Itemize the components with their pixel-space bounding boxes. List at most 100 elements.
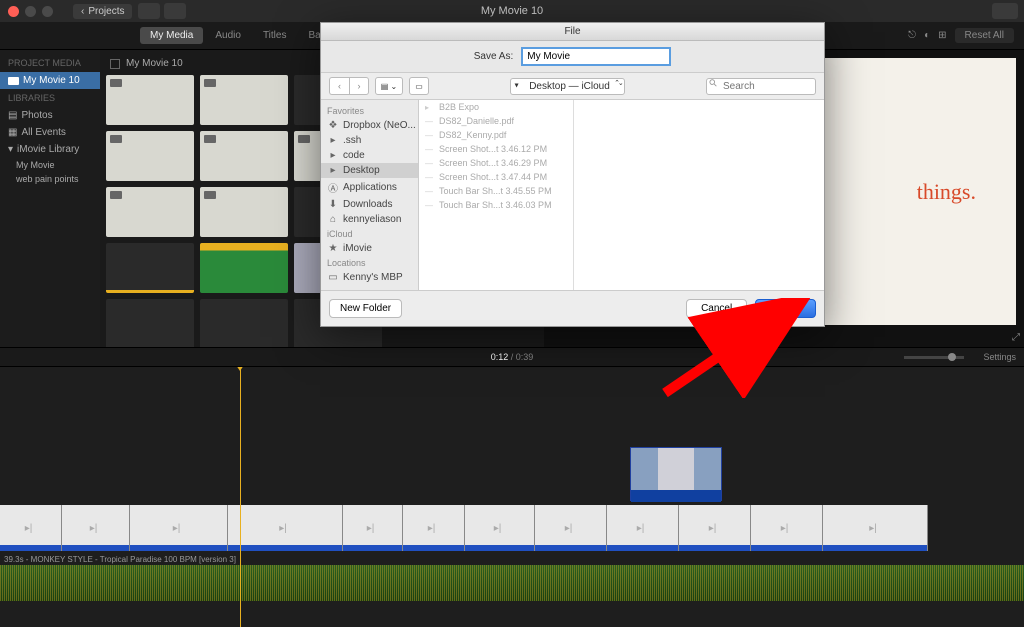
media-thumbnail[interactable] [106,187,194,237]
dialog-title: File [321,23,824,41]
finder-sidebar-item[interactable]: ▸.ssh [321,133,418,148]
save-dialog: File Save As: ‹ › ▤ ⌄ ▭ Desktop — iCloud… [320,22,825,327]
project-sidebar: PROJECT MEDIA My Movie 10 LIBRARIES ▤Pho… [0,50,100,347]
title-clip[interactable]: ▸| [62,505,130,551]
title-clip[interactable]: ▸| [535,505,607,551]
forward-button[interactable]: › [349,77,369,95]
title-clip[interactable]: ▸| [228,505,343,551]
finder-sidebar-item[interactable]: ▸Desktop [321,163,418,178]
media-thumbnail[interactable] [200,131,288,181]
media-thumbnail[interactable] [106,131,194,181]
favorites-header: Favorites [321,104,418,118]
crop-icon[interactable]: ⊞ [938,30,946,41]
projects-button[interactable]: ‹ Projects [73,4,132,19]
share-button[interactable] [992,3,1018,19]
filename-input[interactable] [521,47,671,66]
title-clip[interactable]: ▸| [465,505,535,551]
title-clip[interactable]: ▸| [0,505,62,551]
file-item[interactable]: —DS82_Kenny.pdf [419,128,573,142]
finder-sidebar-item[interactable]: ▸code [321,148,418,163]
dialog-sidebar: Favorites ❖Dropbox (NeO...▸.ssh▸code▸Des… [321,100,419,290]
finder-sidebar-item[interactable]: ⬇Downloads [321,197,418,212]
download-icon: ⬇ [327,199,339,210]
save-as-label: Save As: [474,51,513,62]
view-mode-button[interactable]: ▤ ⌄ [375,77,403,95]
file-icon: — [425,201,435,210]
dialog-toolbar: ‹ › ▤ ⌄ ▭ Desktop — iCloud [321,73,824,100]
media-thumbnail[interactable] [200,299,288,349]
file-item[interactable]: —Touch Bar Sh...t 3.45.55 PM [419,184,573,198]
file-item[interactable]: —Screen Shot...t 3.47.44 PM [419,170,573,184]
title-clip[interactable]: ▸| [403,505,465,551]
save-button[interactable]: Save [755,299,816,318]
finder-sidebar-item[interactable]: ⌂kennyeliason [321,212,418,227]
media-thumbnail[interactable] [200,243,288,293]
file-icon: — [425,159,435,168]
back-button[interactable]: ‹ [329,77,349,95]
file-icon: — [425,131,435,140]
file-item[interactable]: —Touch Bar Sh...t 3.46.03 PM [419,198,573,212]
toolbar-button-1[interactable] [138,3,160,19]
library-item[interactable]: My Movie [0,158,100,172]
app-icon: Ⓐ [327,180,339,195]
finder-sidebar-item[interactable]: ★iMovie [321,241,418,256]
select-all-checkbox[interactable] [110,59,120,69]
timeline-settings-button[interactable]: Settings [983,352,1016,362]
new-folder-button[interactable]: New Folder [329,299,402,318]
icloud-header: iCloud [321,227,418,241]
title-clip[interactable]: ▸| [607,505,679,551]
fullscreen-icon[interactable]: ⤢ [1012,332,1020,343]
color-icon[interactable]: ◐ [924,30,930,41]
toolbar-button-2[interactable] [164,3,186,19]
title-clip[interactable]: ▸| [679,505,751,551]
dropbox-icon: ❖ [327,120,339,131]
sidebar-all-events[interactable]: ▦All Events [0,124,100,141]
time-current: 0:12 [491,352,509,362]
file-item[interactable]: —DS82_Danielle.pdf [419,114,573,128]
close-window[interactable] [8,6,19,17]
reset-all-button[interactable]: Reset All [955,28,1014,43]
finder-sidebar-item[interactable]: ❖Dropbox (NeO... [321,118,418,133]
title-clip[interactable]: ▸| [823,505,928,551]
media-thumbnail[interactable] [106,299,194,349]
audio-clip-label: 39.3s - MONKEY STYLE - Tropical Paradise… [4,555,236,564]
audio-clip[interactable] [0,565,1024,601]
tab-titles[interactable]: Titles [253,27,297,44]
file-item[interactable]: —Screen Shot...t 3.46.12 PM [419,142,573,156]
sidebar-project-item[interactable]: My Movie 10 [0,72,100,89]
window-titlebar: ‹ Projects My Movie 10 [0,0,1024,22]
folder-icon: ▸ [327,150,339,161]
media-thumbnail[interactable] [200,75,288,125]
adjust-icon[interactable]: ⎋ [908,30,916,41]
zoom-slider[interactable] [904,356,964,359]
media-thumbnail[interactable] [106,75,194,125]
location-dropdown[interactable]: Desktop — iCloud [510,78,625,95]
finder-sidebar-item[interactable]: ⒶApplications [321,178,418,197]
media-thumbnail[interactable] [106,243,194,293]
sidebar-photos[interactable]: ▤Photos [0,107,100,124]
video-clip[interactable] [630,447,722,501]
file-item[interactable]: —Screen Shot...t 3.46.29 PM [419,156,573,170]
sidebar-imovie-library[interactable]: ▾iMovie Library [0,141,100,158]
playhead[interactable] [240,367,241,627]
calendar-icon: ▦ [8,127,17,138]
title-clip[interactable]: ▸| [130,505,228,551]
library-item[interactable]: web pain points [0,172,100,186]
cancel-button[interactable]: Cancel [686,299,747,318]
title-clip[interactable]: ▸| [751,505,823,551]
group-button[interactable]: ▭ [409,77,429,95]
tab-my-media[interactable]: My Media [140,27,203,44]
minimize-window [25,6,36,17]
project-media-header: PROJECT MEDIA [0,54,100,72]
finder-sidebar-item[interactable]: ▭Kenny's MBP [321,270,418,285]
timeline[interactable]: ▸|▸|▸|▸|▸|▸|▸|▸|▸|▸|▸|▸| 39.3s - MONKEY … [0,367,1024,627]
file-item[interactable]: ▸B2B Expo [419,100,573,114]
search-input[interactable] [706,78,816,95]
project-icon [8,77,19,85]
locations-header: Locations [321,256,418,270]
media-thumbnail[interactable] [200,187,288,237]
title-clip[interactable]: ▸| [343,505,403,551]
tab-audio[interactable]: Audio [205,27,251,44]
disclosure-triangle-icon: ▾ [8,144,13,155]
libraries-header: LIBRARIES [0,89,100,107]
